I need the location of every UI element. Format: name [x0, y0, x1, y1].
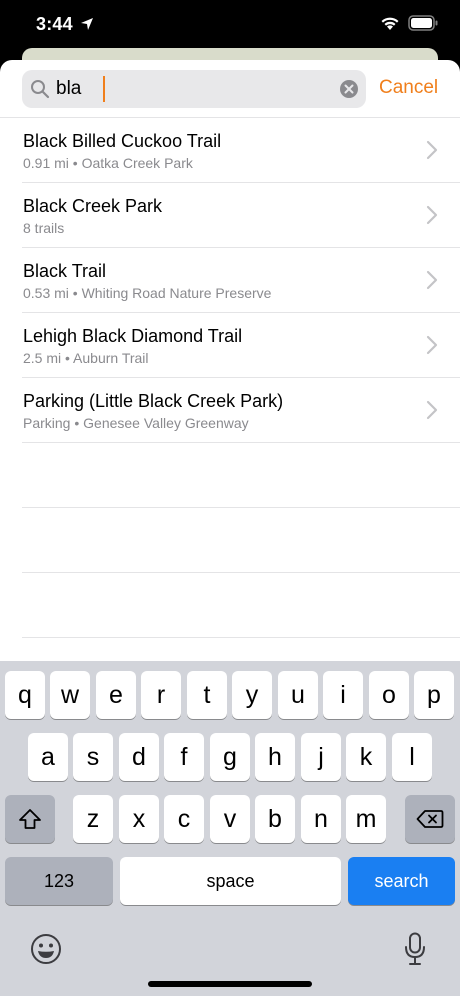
result-title: Black Creek Park	[23, 196, 163, 216]
search-input[interactable]: bla	[56, 76, 81, 102]
location-arrow-icon	[81, 18, 93, 30]
keyboard: q w e r t y u i o p a s d f g h j k l z …	[0, 661, 460, 996]
list-item[interactable]: Parking (Little Black Creek Park) Parkin…	[22, 378, 460, 443]
key-m[interactable]: m	[346, 795, 386, 843]
chevron-right-icon	[426, 140, 438, 160]
key-o[interactable]: o	[369, 671, 409, 719]
key-i[interactable]: i	[323, 671, 363, 719]
chevron-right-icon	[426, 400, 438, 420]
result-subtitle: 0.53 mi • Whiting Road Nature Preserve	[23, 285, 272, 301]
result-subtitle: 0.91 mi • Oatka Creek Park	[23, 155, 193, 171]
result-title: Black Trail	[23, 261, 107, 281]
key-k[interactable]: k	[346, 733, 386, 781]
microphone-icon[interactable]	[404, 932, 426, 966]
key-z[interactable]: z	[73, 795, 113, 843]
key-q[interactable]: q	[5, 671, 45, 719]
key-s[interactable]: s	[73, 733, 113, 781]
delete-key[interactable]	[405, 795, 455, 843]
result-subtitle: Parking • Genesee Valley Greenway	[23, 415, 249, 431]
delete-icon	[416, 810, 444, 828]
key-b[interactable]: b	[255, 795, 295, 843]
key-v[interactable]: v	[210, 795, 250, 843]
list-item[interactable]: Lehigh Black Diamond Trail 2.5 mi • Aubu…	[22, 313, 460, 378]
result-title: Black Billed Cuckoo Trail	[23, 131, 222, 151]
search-icon	[31, 80, 50, 99]
key-h[interactable]: h	[255, 733, 295, 781]
space-key[interactable]: space	[120, 857, 341, 905]
key-r[interactable]: r	[141, 671, 181, 719]
empty-row	[22, 443, 460, 508]
key-g[interactable]: g	[210, 733, 250, 781]
battery-icon	[408, 15, 438, 31]
key-d[interactable]: d	[119, 733, 159, 781]
empty-row	[22, 573, 460, 638]
list-item[interactable]: Black Creek Park 8 trails	[22, 183, 460, 248]
key-t[interactable]: t	[187, 671, 227, 719]
key-a[interactable]: a	[28, 733, 68, 781]
key-f[interactable]: f	[164, 733, 204, 781]
search-field[interactable]: bla	[22, 70, 366, 108]
key-l[interactable]: l	[392, 733, 432, 781]
search-bar: bla Cancel	[0, 60, 460, 118]
cancel-button[interactable]: Cancel	[379, 77, 438, 99]
status-bar: 3:44	[0, 0, 460, 48]
numbers-key[interactable]: 123	[5, 857, 113, 905]
status-time: 3:44	[36, 14, 73, 34]
results-list: Black Billed Cuckoo Trail 0.91 mi • Oatk…	[0, 118, 460, 638]
emoji-icon[interactable]	[30, 933, 62, 965]
result-subtitle: 2.5 mi • Auburn Trail	[23, 350, 149, 366]
chevron-right-icon	[426, 205, 438, 225]
key-c[interactable]: c	[164, 795, 204, 843]
shift-key[interactable]	[5, 795, 55, 843]
shift-icon	[19, 809, 41, 829]
key-e[interactable]: e	[96, 671, 136, 719]
text-caret	[103, 76, 105, 102]
key-p[interactable]: p	[414, 671, 454, 719]
search-key[interactable]: search	[348, 857, 455, 905]
key-j[interactable]: j	[301, 733, 341, 781]
home-indicator	[148, 981, 312, 987]
result-subtitle: 8 trails	[23, 220, 65, 236]
chevron-right-icon	[426, 270, 438, 290]
key-x[interactable]: x	[119, 795, 159, 843]
result-title: Parking (Little Black Creek Park)	[23, 391, 284, 411]
list-item[interactable]: Black Billed Cuckoo Trail 0.91 mi • Oatk…	[22, 118, 460, 183]
key-n[interactable]: n	[301, 795, 341, 843]
key-u[interactable]: u	[278, 671, 318, 719]
key-y[interactable]: y	[232, 671, 272, 719]
chevron-right-icon	[426, 335, 438, 355]
key-w[interactable]: w	[50, 671, 90, 719]
list-item[interactable]: Black Trail 0.53 mi • Whiting Road Natur…	[22, 248, 460, 313]
result-title: Lehigh Black Diamond Trail	[23, 326, 243, 346]
clear-icon[interactable]	[340, 80, 358, 98]
empty-row	[22, 508, 460, 573]
wifi-icon	[381, 17, 399, 30]
